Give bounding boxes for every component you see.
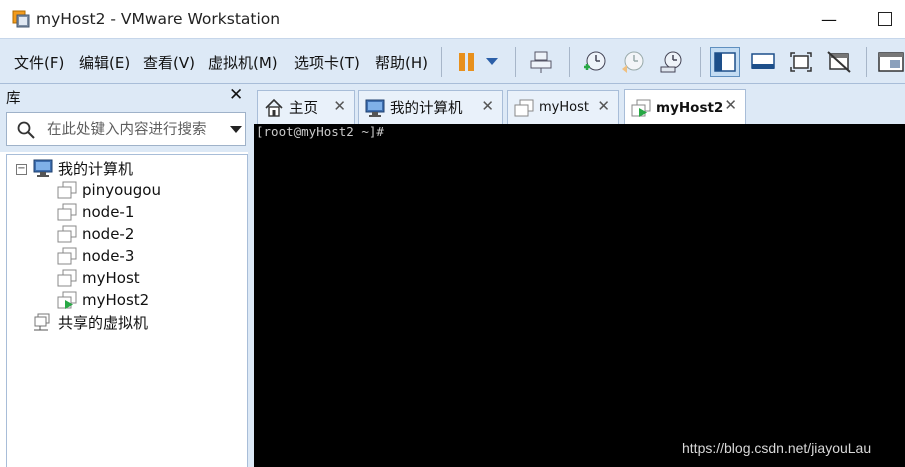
toolbar-separator: [866, 47, 867, 77]
tab-close-button[interactable]: ✕: [597, 97, 610, 115]
tab-close-button[interactable]: ✕: [333, 97, 346, 115]
menu-tabs[interactable]: 选项卡(T): [294, 52, 360, 73]
vmware-logo-icon: [12, 10, 30, 28]
computer-icon: [365, 99, 385, 117]
power-dropdown[interactable]: [480, 47, 504, 77]
vm-running-icon: [57, 291, 77, 309]
tree-item-pinyougou[interactable]: pinyougou: [57, 179, 161, 201]
tab-myhost[interactable]: myHost ✕: [507, 90, 619, 124]
console-view-icon: [751, 53, 775, 69]
tab-strip: 主页 ✕ 我的计算机 ✕ myHost ✕ myHost2 ✕: [250, 84, 905, 125]
snapshot-revert-icon: [622, 51, 644, 73]
vm-icon: [57, 269, 77, 287]
tree-item-myhost[interactable]: myHost: [57, 267, 140, 289]
tree-item-shared-vms[interactable]: 共享的虚拟机: [33, 311, 148, 333]
tree-item-node-2[interactable]: node-2: [57, 223, 134, 245]
menu-file[interactable]: 文件(F): [14, 52, 64, 73]
tab-close-button[interactable]: ✕: [724, 96, 737, 114]
tree-item-label: node-1: [82, 203, 135, 221]
tree-item-label: node-3: [82, 247, 135, 265]
toolbar-separator: [700, 47, 701, 77]
library-tree: − 我的计算机 pinyougou node-1 node-2 node-3 m…: [6, 154, 248, 467]
vm-icon: [57, 225, 77, 243]
tree-collapse-toggle[interactable]: −: [16, 164, 27, 175]
menu-help[interactable]: 帮助(H): [375, 52, 428, 73]
shared-vms-icon: [34, 313, 50, 331]
menu-vm[interactable]: 虚拟机(M): [208, 52, 278, 73]
computer-icon: [33, 159, 53, 177]
vm-console[interactable]: [root@myHost2 ~]# https://blog.csdn.net/…: [254, 124, 905, 467]
snapshot-manager-button[interactable]: [656, 47, 686, 77]
fullscreen-icon: [790, 52, 812, 72]
tab-my-computer[interactable]: 我的计算机 ✕: [358, 90, 503, 124]
library-close-button[interactable]: ✕: [229, 85, 243, 105]
tree-item-node-1[interactable]: node-1: [57, 201, 134, 223]
home-icon: [265, 98, 283, 117]
tab-home[interactable]: 主页 ✕: [257, 90, 355, 124]
unity-button[interactable]: [824, 47, 854, 77]
tree-item-label: myHost2: [82, 291, 150, 309]
console-view-button[interactable]: [748, 47, 778, 77]
fullscreen-button[interactable]: [786, 47, 816, 77]
snapshot-take-icon: [584, 51, 606, 71]
vm-running-icon: [631, 99, 651, 117]
dropdown-icon: [486, 58, 498, 65]
tree-item-label: 我的计算机: [58, 159, 134, 178]
toolbar-separator: [515, 47, 516, 77]
menu-view[interactable]: 查看(V): [143, 52, 195, 73]
toolbar-separator: [569, 47, 570, 77]
tab-label: myHost2: [656, 99, 724, 116]
search-input[interactable]: [47, 119, 217, 141]
revert-snapshot-button[interactable]: [618, 47, 648, 77]
maximize-button[interactable]: [878, 12, 892, 26]
search-icon: [17, 121, 35, 139]
menu-edit[interactable]: 编辑(E): [79, 52, 130, 73]
toolbar-separator: [441, 47, 442, 77]
watermark: https://blog.csdn.net/jiayouLau: [682, 440, 872, 456]
search-dropdown-icon[interactable]: [230, 126, 242, 133]
send-ctrl-alt-del-button[interactable]: [526, 47, 556, 77]
tree-item-label: node-2: [82, 225, 135, 243]
vm-icon: [57, 181, 77, 199]
library-title: 库: [6, 91, 21, 107]
tab-label: 主页: [289, 101, 318, 117]
console-prompt: [root@myHost2 ~]#: [256, 124, 384, 139]
thumbnail-bar-icon: [878, 52, 904, 72]
tree-item-label: pinyougou: [82, 181, 161, 199]
vm-icon: [57, 247, 77, 265]
snapshot-manager-icon: [660, 51, 682, 73]
menu-toolbar: 文件(F) 编辑(E) 查看(V) 虚拟机(M) 选项卡(T) 帮助(H): [0, 38, 905, 84]
pause-button[interactable]: [452, 47, 482, 77]
tree-item-label: 共享的虚拟机: [58, 313, 149, 332]
tree-item-node-3[interactable]: node-3: [57, 245, 134, 267]
tree-item-label: myHost: [82, 269, 140, 287]
thumbnail-bar-button[interactable]: [876, 47, 905, 77]
pause-icon: [459, 53, 474, 71]
tab-label: myHost: [539, 100, 589, 115]
minimize-button[interactable]: —: [818, 10, 840, 29]
tab-label: 我的计算机: [390, 101, 463, 117]
vm-icon: [57, 203, 77, 221]
take-snapshot-button[interactable]: [580, 47, 610, 77]
library-search-area: [0, 108, 250, 152]
tree-item-my-computer[interactable]: 我的计算机: [33, 157, 133, 179]
window-title: myHost2 - VMware Workstation: [36, 10, 281, 28]
tab-myhost2[interactable]: myHost2 ✕: [624, 89, 746, 125]
title-bar: myHost2 - VMware Workstation —: [0, 0, 905, 38]
tab-close-button[interactable]: ✕: [481, 97, 494, 115]
library-header: 库 ✕: [0, 84, 250, 108]
vm-icon: [514, 99, 534, 116]
unity-icon: [827, 51, 851, 73]
library-view-icon: [714, 52, 736, 72]
send-keys-icon: [530, 51, 552, 73]
show-library-button[interactable]: [710, 47, 740, 77]
library-search-box[interactable]: [6, 112, 246, 146]
tree-item-myhost2[interactable]: myHost2: [57, 289, 149, 311]
